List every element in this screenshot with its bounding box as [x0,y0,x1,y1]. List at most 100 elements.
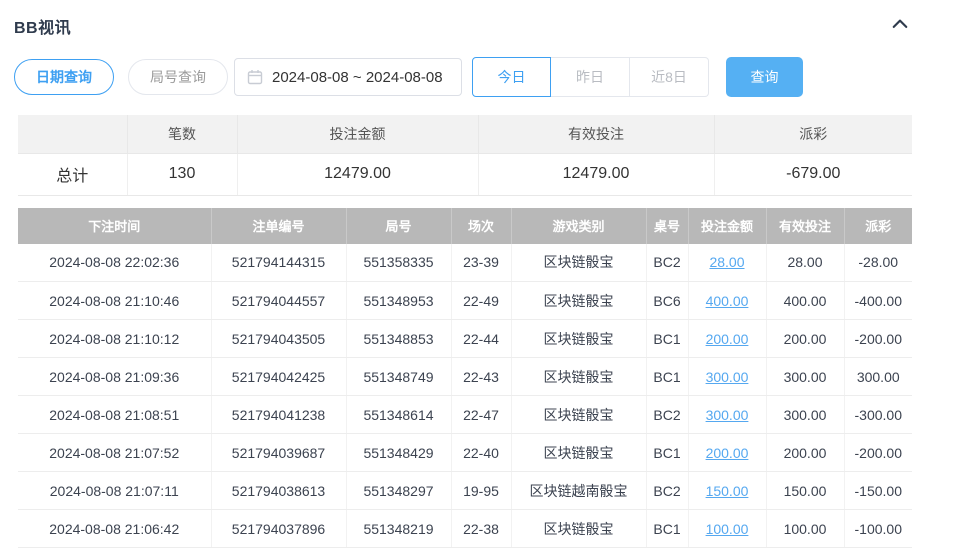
bet-amount-link[interactable]: 300.00 [706,407,749,423]
cell-round-number: 551348614 [346,396,451,434]
cell-round-number: 551348429 [346,434,451,472]
cell-bet-time: 2024-08-08 21:07:11 [18,472,211,510]
date-range-input[interactable]: 2024-08-08 ~ 2024-08-08 [234,58,462,96]
cell-bet-time: 2024-08-08 21:10:46 [18,282,211,320]
cell-bet-amount: 300.00 [688,358,766,396]
cell-bet-time: 2024-08-08 21:09:36 [18,358,211,396]
quick-range-group: 今日 昨日 近8日 [472,57,709,97]
cell-order-number: 521794038613 [211,472,346,510]
bet-amount-link[interactable]: 28.00 [709,254,744,270]
cell-session: 19-95 [451,472,511,510]
tab-round-query[interactable]: 局号查询 [128,59,228,95]
cell-valid-bet: 200.00 [766,320,844,358]
summary-header-count: 笔数 [127,115,237,153]
cell-game-type: 区块链骰宝 [511,396,646,434]
summary-payout-value: -679.00 [714,153,912,195]
calendar-icon [247,69,263,85]
summary-bet-amount-value: 12479.00 [237,153,478,195]
cell-order-number: 521794043505 [211,320,346,358]
summary-table: 笔数 投注金额 有效投注 派彩 总计 130 12479.00 12479.00… [18,115,912,196]
summary-header-row: 笔数 投注金额 有效投注 派彩 [18,115,912,153]
summary-valid-bet-value: 12479.00 [478,153,714,195]
bet-records-table: 下注时间 注单编号 局号 场次 游戏类别 桌号 投注金额 有效投注 派彩 202… [18,208,912,549]
cell-payout: -200.00 [844,434,912,472]
cell-order-number: 521794041238 [211,396,346,434]
header-order-number: 注单编号 [211,208,346,244]
cell-round-number: 551358335 [346,244,451,282]
collapse-button[interactable] [890,14,910,39]
date-range-value: 2024-08-08 ~ 2024-08-08 [272,69,443,86]
cell-game-type: 区块链骰宝 [511,320,646,358]
cell-session: 22-44 [451,320,511,358]
chevron-up-icon [890,14,910,39]
cell-session: 22-40 [451,434,511,472]
table-row: 2024-08-08 21:09:36521794042425551348749… [18,358,912,396]
cell-payout: 300.00 [844,358,912,396]
cell-round-number: 551348749 [346,358,451,396]
table-row: 2024-08-08 21:06:42521794037896551348219… [18,510,912,548]
cell-table-number: BC1 [646,358,688,396]
header-session: 场次 [451,208,511,244]
quick-yesterday-button[interactable]: 昨日 [551,57,630,97]
summary-total-row: 总计 130 12479.00 12479.00 -679.00 [18,153,912,195]
cell-bet-amount: 100.00 [688,510,766,548]
cell-table-number: BC2 [646,472,688,510]
cell-valid-bet: 150.00 [766,472,844,510]
bet-amount-link[interactable]: 300.00 [706,369,749,385]
bet-amount-link[interactable]: 400.00 [706,293,749,309]
cell-game-type: 区块链越南骰宝 [511,472,646,510]
bet-amount-link[interactable]: 200.00 [706,445,749,461]
cell-bet-amount: 200.00 [688,320,766,358]
cell-bet-time: 2024-08-08 21:06:42 [18,510,211,548]
header-bet-time: 下注时间 [18,208,211,244]
cell-valid-bet: 28.00 [766,244,844,282]
cell-round-number: 551348219 [346,510,451,548]
header-round-number: 局号 [346,208,451,244]
summary-count-value: 130 [127,153,237,195]
bet-table-header-row: 下注时间 注单编号 局号 场次 游戏类别 桌号 投注金额 有效投注 派彩 [18,208,912,244]
bet-amount-link[interactable]: 200.00 [706,331,749,347]
bet-amount-link[interactable]: 150.00 [706,483,749,499]
cell-payout: -28.00 [844,244,912,282]
cell-payout: -400.00 [844,282,912,320]
cell-valid-bet: 100.00 [766,510,844,548]
cell-bet-amount: 200.00 [688,434,766,472]
cell-order-number: 521794037896 [211,510,346,548]
bb-video-panel: BB视讯 日期查询 局号查询 2024-08-08 ~ 2024-08-08 今… [0,0,956,548]
cell-order-number: 521794144315 [211,244,346,282]
cell-table-number: BC2 [646,244,688,282]
cell-game-type: 区块链骰宝 [511,244,646,282]
panel-title: BB视讯 [14,14,71,38]
cell-order-number: 521794044557 [211,282,346,320]
cell-session: 22-47 [451,396,511,434]
quick-today-button[interactable]: 今日 [472,57,551,97]
panel-header: BB视讯 [14,14,956,38]
cell-session: 22-49 [451,282,511,320]
cell-session: 22-43 [451,358,511,396]
table-row: 2024-08-08 21:10:12521794043505551348853… [18,320,912,358]
summary-header-payout: 派彩 [714,115,912,153]
cell-valid-bet: 200.00 [766,434,844,472]
tab-date-query[interactable]: 日期查询 [14,59,114,95]
cell-payout: -200.00 [844,320,912,358]
cell-bet-amount: 28.00 [688,244,766,282]
cell-round-number: 551348953 [346,282,451,320]
cell-game-type: 区块链骰宝 [511,434,646,472]
table-row: 2024-08-08 21:08:51521794041238551348614… [18,396,912,434]
header-table-number: 桌号 [646,208,688,244]
cell-bet-amount: 150.00 [688,472,766,510]
header-game-type: 游戏类别 [511,208,646,244]
bet-amount-link[interactable]: 100.00 [706,521,749,537]
quick-last8days-button[interactable]: 近8日 [630,57,709,97]
table-row: 2024-08-08 22:02:36521794144315551358335… [18,244,912,282]
cell-valid-bet: 300.00 [766,358,844,396]
summary-total-label: 总计 [18,153,127,195]
cell-valid-bet: 300.00 [766,396,844,434]
cell-payout: -300.00 [844,396,912,434]
cell-round-number: 551348297 [346,472,451,510]
cell-bet-time: 2024-08-08 21:07:52 [18,434,211,472]
cell-order-number: 521794042425 [211,358,346,396]
header-valid-bet: 有效投注 [766,208,844,244]
query-button[interactable]: 查询 [726,57,803,97]
header-payout: 派彩 [844,208,912,244]
